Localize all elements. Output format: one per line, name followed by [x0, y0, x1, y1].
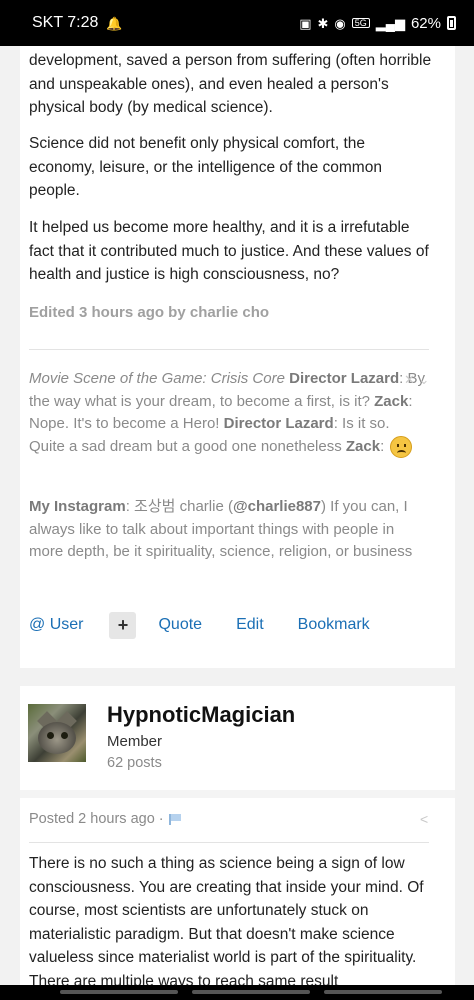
nav-home-handle[interactable]	[192, 990, 310, 994]
bookmark-link[interactable]: Bookmark	[298, 616, 370, 634]
multiquote-plus-button[interactable]: +	[109, 611, 137, 639]
battery-icon	[447, 16, 456, 30]
share-icon[interactable]: <	[420, 811, 428, 827]
signature-speaker: Director Lazard	[223, 415, 334, 432]
signature-speaker: Zack	[374, 392, 409, 410]
nav-back-handle[interactable]	[60, 990, 178, 994]
posted-time: Posted 2 hours ago ·	[29, 811, 182, 827]
hotspot-icon: ◉	[334, 15, 346, 31]
signature-movie-intro: Movie Scene of the Game: Crisis Core	[29, 370, 285, 387]
post-card: HypnoticMagician Member 62 posts Posted …	[20, 686, 455, 1000]
nav-recents-handle[interactable]	[324, 990, 442, 994]
gesture-navigation-bar	[0, 985, 474, 1000]
post-paragraph: development, saved a person from sufferi…	[29, 52, 432, 116]
instagram-text: : 조상범 charlie (	[125, 498, 233, 515]
instagram-label: My Instagram	[29, 498, 126, 515]
signature-divider	[29, 349, 429, 350]
signal-icon: ▂▄▆	[375, 15, 405, 31]
signature-instagram: My Instagram: 조상범 charlie (@charlie887) …	[29, 496, 429, 564]
header-separator	[20, 790, 455, 798]
avatar[interactable]	[28, 704, 86, 762]
edit-link[interactable]: Edit	[236, 616, 264, 634]
report-flag-icon[interactable]	[168, 813, 182, 825]
battery-percent: 62%	[410, 14, 441, 32]
notification-bell-icon: 🔔	[106, 15, 123, 31]
post-paragraph: Science did not benefit only physical co…	[29, 135, 382, 199]
author-post-count: 62 posts	[107, 755, 162, 771]
sad-face-emoji-icon	[390, 435, 413, 458]
quote-link[interactable]: Quote	[158, 616, 202, 634]
status-bar: SKT 7:28 🔔 ▣ ✱ ◉ 5G ▂▄▆ 62%	[0, 0, 474, 46]
carrier-time: SKT 7:28	[32, 14, 99, 31]
mention-user-link[interactable]: @ User	[29, 616, 83, 634]
post-paragraph: There is no such a thing as science bein…	[29, 855, 424, 990]
instagram-handle[interactable]: @charlie887	[233, 498, 321, 515]
signature-line: :	[380, 437, 389, 455]
signature-speaker: Zack	[345, 437, 381, 455]
signature-speaker: Director Lazard	[289, 370, 400, 387]
post-paragraph: It helped us become more healthy, and it…	[29, 219, 429, 283]
posted-label[interactable]: Posted 2 hours ago ·	[29, 811, 164, 827]
signature-quote: Movie Scene of the Game: Crisis Core Dir…	[29, 368, 429, 458]
post-card: development, saved a person from sufferi…	[20, 46, 455, 668]
author-name[interactable]: HypnoticMagician	[107, 702, 295, 728]
bluetooth-icon: ✱	[317, 15, 329, 31]
post-actions: @ User + Quote Edit Bookmark	[29, 611, 404, 639]
lock-icon: ▣	[299, 15, 312, 31]
signature-hide-icon[interactable]: ✕ ⌄	[404, 372, 429, 388]
author-header: HypnoticMagician Member 62 posts	[20, 686, 455, 790]
content-divider	[29, 842, 429, 843]
network-type: 5G	[351, 18, 370, 28]
edited-note: Edited 3 hours ago by charlie cho	[29, 304, 270, 321]
author-role: Member	[107, 733, 163, 750]
